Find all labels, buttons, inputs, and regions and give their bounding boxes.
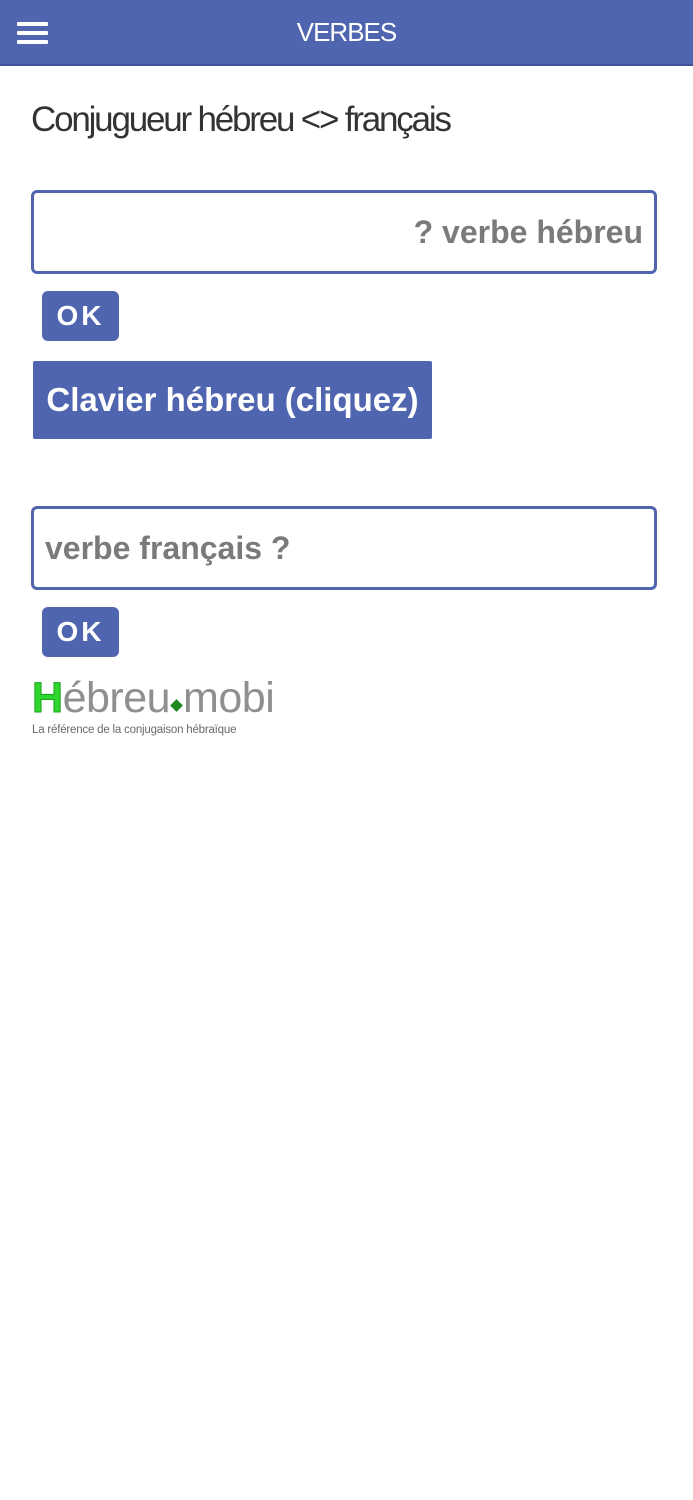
logo-wordmark: Hébreu mobi [32, 674, 275, 722]
page-title: Conjugueur hébreu <> français [31, 100, 452, 139]
french-verb-input[interactable] [31, 506, 657, 590]
hebrew-keyboard-button[interactable]: Clavier hébreu (cliquez) [33, 361, 432, 439]
hebrew-ok-button[interactable]: OK [42, 291, 119, 341]
hebreu-mobi-logo: Hébreu mobi La référence de la conjugaiso… [32, 676, 282, 740]
logo-dot-icon [170, 699, 183, 712]
french-ok-button[interactable]: OK [42, 607, 119, 657]
logo-word-part2: mobi [183, 674, 275, 722]
top-app-bar: VERBES [0, 0, 693, 66]
hebrew-verb-input[interactable] [31, 190, 657, 274]
app-title: VERBES [296, 17, 398, 47]
logo-initial: H [32, 674, 64, 722]
logo-tagline: La référence de la conjugaison hébraïque [32, 724, 237, 736]
logo-word-part1: ébreu [62, 674, 171, 722]
